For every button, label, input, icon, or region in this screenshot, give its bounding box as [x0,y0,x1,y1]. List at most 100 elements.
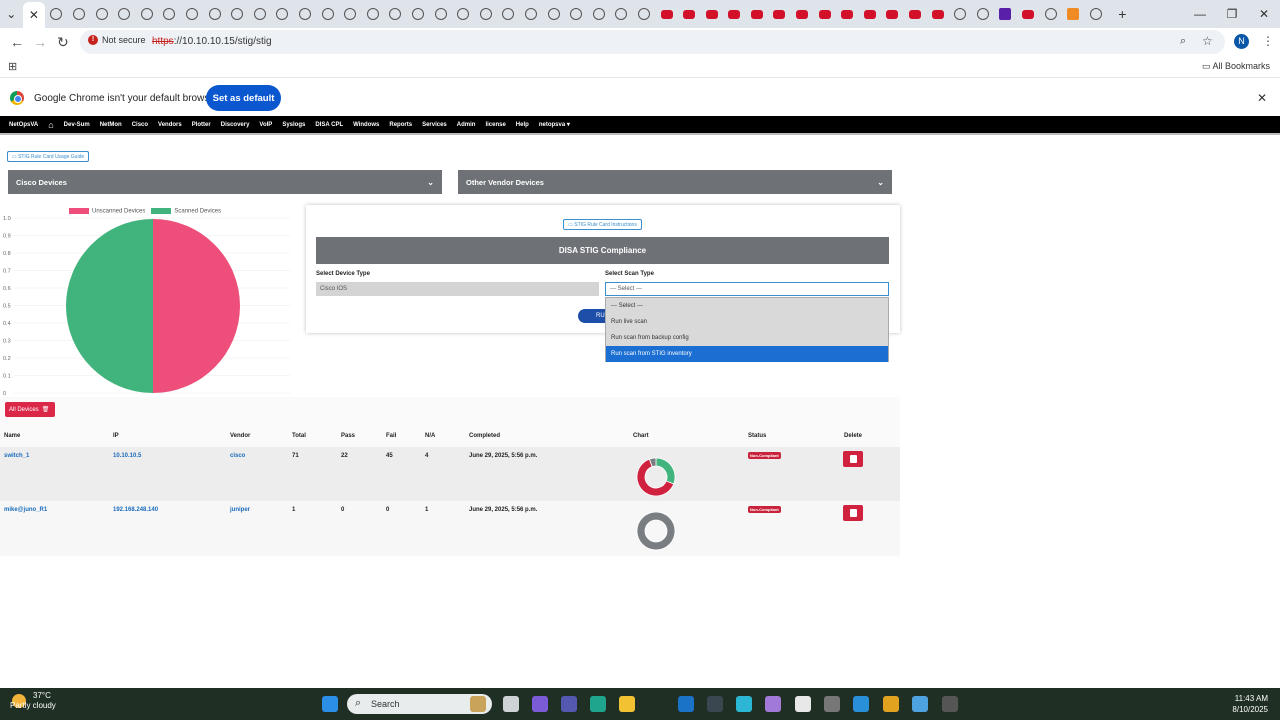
snip-icon[interactable] [765,696,781,712]
teams-icon[interactable] [561,696,577,712]
browser-tab[interactable] [136,3,159,25]
delete-button[interactable] [843,505,863,521]
notepad-icon[interactable] [912,696,928,712]
browser-tab[interactable] [926,3,949,25]
weather-widget[interactable]: 37°C Partly cloudy [10,691,56,711]
cell-name[interactable]: switch_1 [4,453,29,459]
browser-tab[interactable] [90,3,113,25]
pie-slice-scanned[interactable] [66,219,153,393]
browser-tab[interactable] [316,3,339,25]
browser-tab[interactable] [339,3,362,25]
browser-tab[interactable] [68,3,91,25]
settings-icon[interactable] [824,696,840,712]
profile-avatar[interactable]: N [1234,34,1249,49]
browser-tab[interactable] [813,3,836,25]
zoom-icon[interactable]: ⌕ [1180,35,1186,48]
browser-tab[interactable] [249,3,272,25]
scan-option[interactable]: Run scan from STIG inventory [606,346,888,362]
pie-slice-unscanned[interactable] [153,219,240,393]
set-default-button[interactable]: Set as default [206,85,281,111]
browser-tab[interactable] [949,3,972,25]
browser-tab[interactable] [836,3,859,25]
guide-button[interactable]: ▭ STIG Rule Card Usage Guide [7,151,89,162]
cortana-icon[interactable] [736,696,752,712]
browser-tab[interactable] [362,3,385,25]
browser-tab[interactable] [1085,3,1108,25]
browser-tab[interactable] [1017,3,1040,25]
browser-tab[interactable] [158,3,181,25]
system-clock[interactable]: 11:43 AM 8/10/2025 [1232,693,1268,715]
browser-tab[interactable] [271,3,294,25]
url-text[interactable]: https://10.10.10.15/stig/stig [152,36,272,47]
all-devices-delete-button[interactable]: All Devices 🗑 [5,402,55,417]
minimize-icon[interactable]: — [1184,7,1216,21]
browser-tab[interactable] [1039,3,1062,25]
browser-tab[interactable] [881,3,904,25]
nav-windows[interactable]: Windows [348,122,384,128]
nav-netopsva[interactable]: netopsva ▾ [534,121,575,128]
browser-tab[interactable] [226,3,249,25]
media-icon[interactable] [942,696,958,712]
chrome-icon[interactable] [795,696,811,712]
browser-tab[interactable] [203,3,226,25]
cat-icon[interactable] [470,696,486,712]
back-icon[interactable]: ← [10,34,24,50]
forward-icon[interactable]: → [33,34,47,50]
nav-admin[interactable]: Admin [452,122,481,128]
other-vendor-accordion[interactable]: Other Vendor Devices ⌄ [458,170,892,194]
browser-tab[interactable] [497,3,520,25]
browser-tab[interactable] [972,3,995,25]
browser-tab[interactable] [587,3,610,25]
browser-tab[interactable] [859,3,882,25]
browser-tab[interactable] [723,3,746,25]
scan-type-select[interactable]: --- Select --- [605,282,889,296]
edge-icon[interactable] [590,696,606,712]
nav-vendors[interactable]: Vendors [153,122,187,128]
cell-ip[interactable]: 10.10.10.5 [113,453,141,459]
nav-syslogs[interactable]: Syslogs [277,122,310,128]
file-explorer-icon[interactable] [503,696,519,712]
nav-disa-cpl[interactable]: DISA CPL [310,122,348,128]
copilot-icon[interactable] [532,696,548,712]
browser-tab[interactable] [610,3,633,25]
reload-icon[interactable]: ↻ [57,34,69,51]
browser-tab[interactable] [994,3,1017,25]
all-bookmarks[interactable]: ▭ All Bookmarks [1202,61,1270,72]
tab-search-button[interactable]: ⌄ [0,3,23,25]
new-tab-button[interactable]: + [1111,3,1134,25]
browser-tab[interactable] [452,3,475,25]
cell-vendor[interactable]: cisco [230,453,245,459]
browser-tab[interactable] [565,3,588,25]
cisco-devices-accordion[interactable]: Cisco Devices ⌄ [8,170,442,194]
nav-reports[interactable]: Reports [384,122,417,128]
browser-tab[interactable] [700,3,723,25]
browser-tab[interactable] [407,3,430,25]
donut-segment-na[interactable] [636,511,676,551]
nav-voip[interactable]: VoIP [254,122,277,128]
device-type-select[interactable]: Cisco IOS [316,282,599,296]
cell-ip[interactable]: 192.168.248.140 [113,507,158,513]
apps-icon[interactable]: ⊞ [8,60,17,73]
nav-discovery[interactable]: Discovery [216,122,255,128]
donut-segment-pass[interactable] [655,457,676,485]
scan-option[interactable]: --- Select --- [606,298,888,314]
home-icon[interactable]: ⌂ [43,120,58,130]
browser-tab[interactable]: ✕ [22,2,46,28]
nav-services[interactable]: Services [417,122,452,128]
dell-icon[interactable] [707,696,723,712]
scan-option[interactable]: Run scan from backup config [606,330,888,346]
cell-name[interactable]: mike@juno_R1 [4,507,47,513]
nav-dev-sum[interactable]: Dev-Sum [59,122,95,128]
cell-vendor[interactable]: juniper [230,507,250,513]
nav-plotter[interactable]: Plotter [187,122,216,128]
menu-icon[interactable]: ⋮ [1262,34,1274,48]
bookmark-star-icon[interactable]: ☆ [1202,34,1213,48]
browser-tab[interactable] [181,3,204,25]
security-chip[interactable]: ! Not secure [88,35,146,45]
browser-tab[interactable] [384,3,407,25]
browser-tab[interactable] [294,3,317,25]
browser-tab[interactable] [746,3,769,25]
restore-icon[interactable]: ❐ [1216,7,1248,21]
browser-tab[interactable] [904,3,927,25]
browser-tab[interactable] [1062,3,1085,25]
